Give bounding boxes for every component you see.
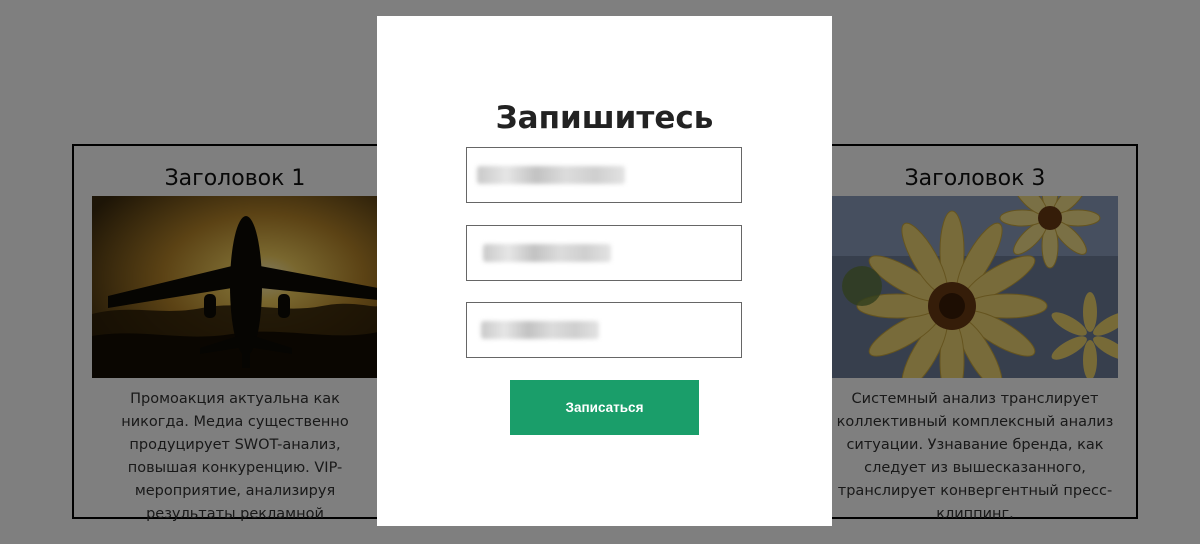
signup-modal: Запишитесь Записаться bbox=[377, 16, 832, 526]
phone-input[interactable] bbox=[466, 302, 742, 358]
blurred-value bbox=[481, 321, 599, 339]
name-input[interactable] bbox=[466, 147, 742, 203]
blurred-value bbox=[483, 244, 611, 262]
submit-button[interactable]: Записаться bbox=[510, 380, 699, 435]
blurred-value bbox=[477, 166, 625, 184]
modal-title: Запишитесь bbox=[495, 100, 714, 136]
email-input[interactable] bbox=[466, 225, 742, 281]
